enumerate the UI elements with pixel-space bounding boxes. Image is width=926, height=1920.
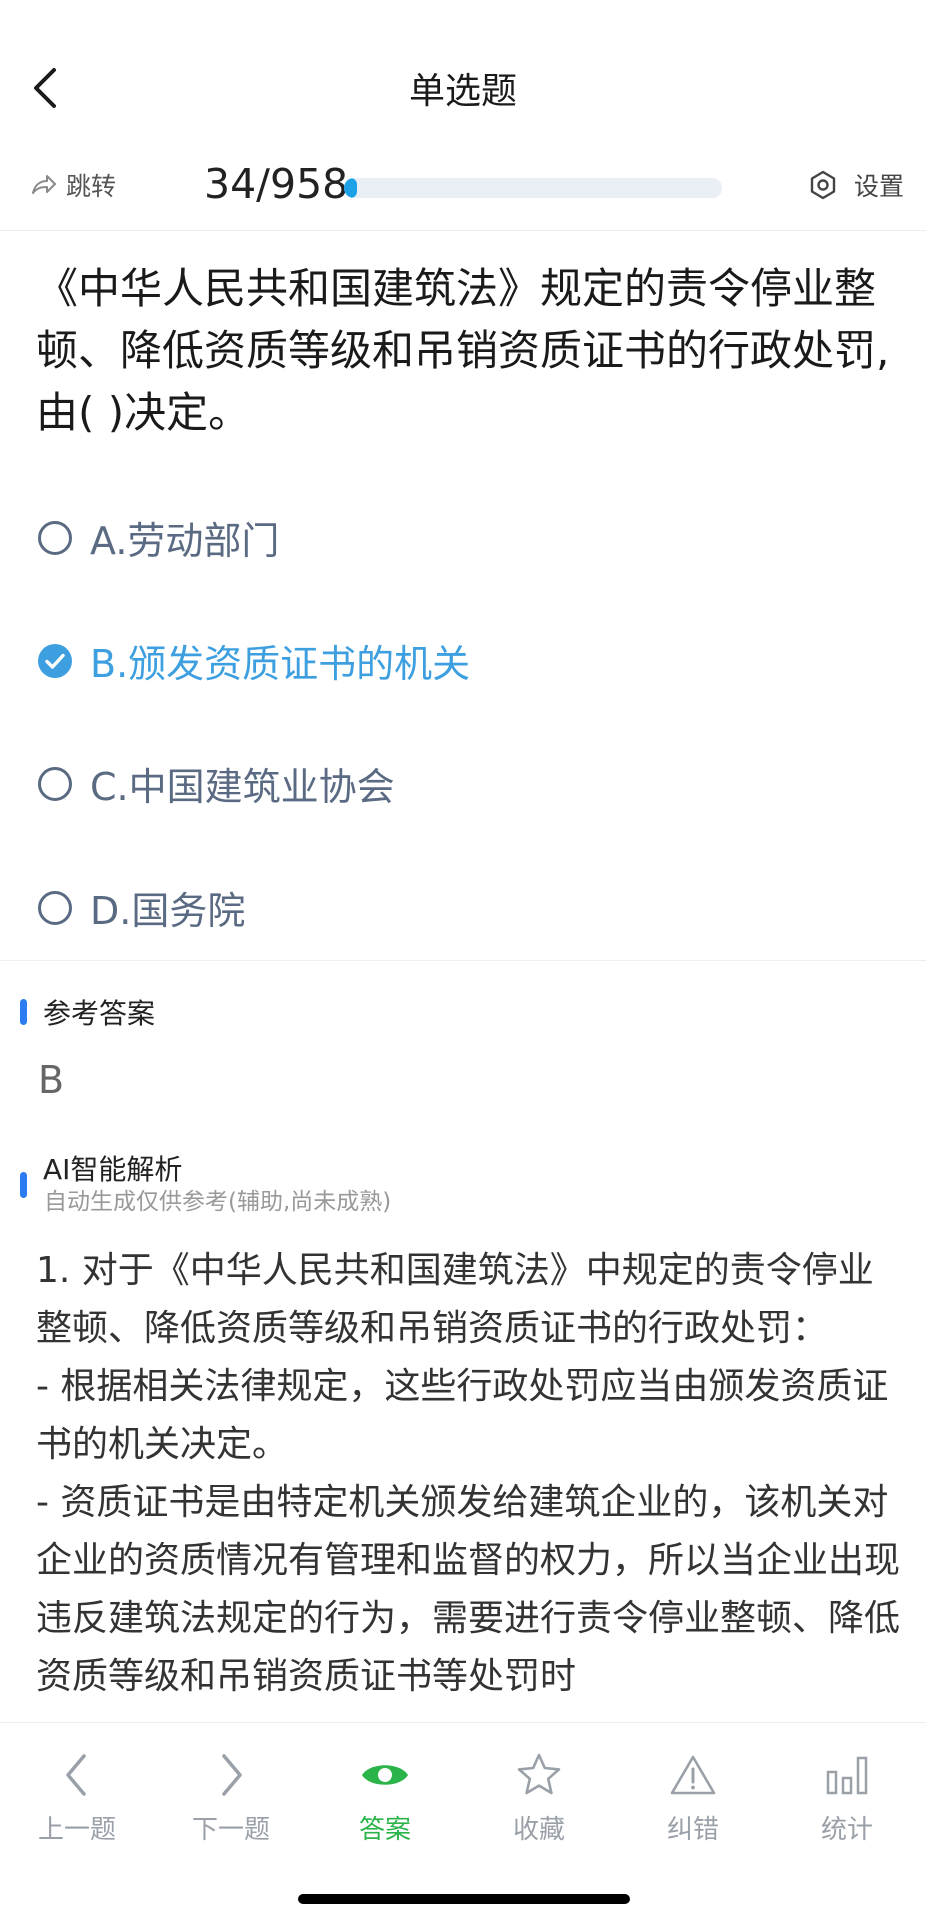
section-marker	[20, 999, 27, 1025]
favorite-button[interactable]: 收藏	[479, 1747, 599, 1846]
radio-unchecked-icon	[38, 766, 72, 801]
home-indicator	[298, 1894, 630, 1904]
share-arrow-icon	[32, 175, 56, 194]
answer-value: B	[38, 1058, 65, 1102]
progress-bar-fill	[344, 178, 358, 198]
answer-section-header: 参考答案	[20, 992, 155, 1032]
prev-question-label: 上一题	[37, 1815, 116, 1845]
bar-chart-icon	[826, 1756, 868, 1795]
settings-label: 设置	[854, 172, 905, 201]
favorite-label: 收藏	[512, 1815, 565, 1845]
eye-icon	[362, 1765, 408, 1785]
question-counter: 34/958	[204, 160, 349, 208]
option-b[interactable]: B.颁发资质证书的机关	[38, 633, 470, 688]
page: 单选题 跳转 34/958 设置 《中华人民共和国建筑法》规定的责令停业整顿、降…	[0, 0, 926, 1920]
progress-bar[interactable]	[344, 178, 722, 198]
radio-checked-icon	[38, 643, 72, 678]
radio-unchecked-icon	[38, 890, 72, 925]
bottom-toolbar: 上一题 下一题 答案 收藏 纠错 统计	[0, 1722, 926, 1920]
question-text: 《中华人民共和国建筑法》规定的责令停业整顿、降低资质等级和吊销资质证书的行政处罚…	[36, 264, 890, 437]
progress-row: 跳转 34/958 设置	[0, 150, 926, 231]
option-a[interactable]: A.劳动部门	[38, 510, 279, 565]
prev-question-button[interactable]: 上一题	[17, 1747, 137, 1846]
warning-icon	[670, 1755, 716, 1795]
jump-button[interactable]: 跳转	[30, 165, 116, 205]
chevron-right-icon	[222, 1754, 242, 1796]
radio-unchecked-icon	[38, 520, 72, 555]
answer-label: 答案	[358, 1815, 411, 1845]
option-label: C.中国建筑业协会	[90, 765, 395, 809]
next-question-label: 下一题	[191, 1815, 270, 1845]
settings-icon	[810, 170, 836, 200]
divider	[0, 960, 926, 961]
report-error-label: 纠错	[666, 1815, 719, 1845]
option-label: A.劳动部门	[90, 519, 280, 563]
statistics-label: 统计	[820, 1815, 873, 1845]
option-d[interactable]: D.国务院	[38, 880, 245, 935]
star-icon	[517, 1753, 561, 1795]
chevron-left-icon	[66, 1754, 86, 1796]
answer-section-label: 参考答案	[43, 997, 156, 1030]
page-title: 单选题	[408, 71, 517, 112]
report-error-button[interactable]: 纠错	[633, 1747, 753, 1846]
ai-disclaimer: 自动生成仅供参考(辅助,尚未成熟)	[44, 1189, 392, 1215]
answer-button[interactable]: 答案	[325, 1747, 445, 1846]
option-label: D.国务院	[90, 889, 246, 933]
jump-label: 跳转	[66, 172, 117, 201]
next-question-button[interactable]: 下一题	[171, 1747, 291, 1846]
section-marker	[20, 1172, 27, 1198]
settings-button[interactable]: 设置	[808, 165, 904, 205]
option-label: B.颁发资质证书的机关	[90, 642, 471, 686]
ai-analysis-text: 1. 对于《中华人民共和国建筑法》中规定的责令停业整顿、降低资质等级和吊销资质证…	[36, 1250, 901, 1697]
statistics-button[interactable]: 统计	[787, 1747, 907, 1846]
option-c[interactable]: C.中国建筑业协会	[38, 756, 395, 811]
nav-bar: 单选题	[0, 0, 926, 150]
